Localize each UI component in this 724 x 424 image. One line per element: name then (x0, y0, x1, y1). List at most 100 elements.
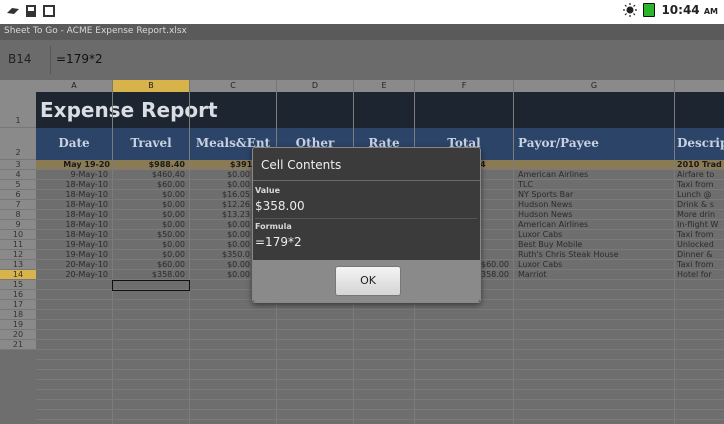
cell-meals[interactable]: $0.00 (190, 170, 250, 180)
cell-payee[interactable]: Ruth's Chris Steak House (518, 250, 668, 260)
cell-date[interactable]: 19-May-10 (36, 240, 108, 250)
row-gridline (36, 389, 724, 390)
column-header-h[interactable] (675, 80, 724, 92)
cell-meals[interactable]: $350.0 (190, 250, 250, 260)
row-header-4[interactable]: 4 (0, 170, 36, 180)
cell-meals[interactable]: $13.23 (190, 210, 250, 220)
cell-payee[interactable]: NY Sports Bar (518, 190, 668, 200)
cell-date[interactable]: 20-May-10 (36, 260, 108, 270)
corner-cell[interactable] (0, 80, 37, 92)
cell-date[interactable]: 18-May-10 (36, 180, 108, 190)
selected-cell[interactable] (112, 280, 190, 291)
clock: 10:44 AM (661, 3, 718, 17)
cell-desc[interactable]: More drin (677, 210, 724, 220)
cell-payee[interactable]: American Airlines (518, 170, 668, 180)
cell-travel[interactable]: $60.00 (113, 260, 185, 270)
cell-travel[interactable]: $0.00 (113, 220, 185, 230)
cell-date[interactable]: 18-May-10 (36, 220, 108, 230)
cell-travel[interactable]: $460.40 (113, 170, 185, 180)
cell-desc[interactable]: Unlocked (677, 240, 724, 250)
cell-desc[interactable]: Drink & s (677, 200, 724, 210)
cell-desc[interactable]: In-flight W (677, 220, 724, 230)
cell-meals[interactable]: $0.00 (190, 230, 250, 240)
dialog-footer: OK (253, 260, 480, 302)
cell-payee[interactable]: American Airlines (518, 220, 668, 230)
formula-bar[interactable]: B14 =179*2 (0, 40, 724, 81)
cell-date[interactable]: 9-May-10 (36, 170, 108, 180)
cell-meals[interactable]: $0.00 (190, 220, 250, 230)
cell-travel[interactable]: $358.00 (113, 270, 185, 280)
row-header-14[interactable]: 14 (0, 270, 36, 280)
ok-button[interactable]: OK (335, 266, 401, 296)
row-header-20[interactable]: 20 (0, 330, 36, 340)
cell-travel[interactable]: $0.00 (113, 250, 185, 260)
cell-payee[interactable]: Marriot (518, 270, 668, 280)
row-header-13[interactable]: 13 (0, 260, 36, 270)
cell-desc[interactable]: Taxi from (677, 260, 724, 270)
cell-date[interactable]: 18-May-10 (36, 190, 108, 200)
row-header-2[interactable]: 2 (0, 128, 36, 160)
cell-payee[interactable]: TLC (518, 180, 668, 190)
cell-desc[interactable]: Taxi from (677, 230, 724, 240)
cell-meals[interactable]: $0.00 (190, 270, 250, 280)
cell-date[interactable]: 19-May-10 (36, 250, 108, 260)
value-text: $358.00 (255, 199, 305, 213)
formula-label: Formula (255, 222, 292, 231)
cell-reference[interactable]: B14 (8, 52, 48, 66)
cell-payee[interactable]: Luxor Cabs (518, 230, 668, 240)
cell-meals[interactable]: $0.00 (190, 240, 250, 250)
cell-date[interactable]: 18-May-10 (36, 230, 108, 240)
row-header-18[interactable]: 18 (0, 310, 36, 320)
row-header-9[interactable]: 9 (0, 220, 36, 230)
cell-travel[interactable]: $0.00 (113, 210, 185, 220)
column-header-c[interactable]: C (190, 80, 277, 92)
column-header-f[interactable]: F (415, 80, 514, 92)
column-header-b[interactable]: B (113, 80, 190, 92)
formula-input[interactable]: =179*2 (56, 52, 103, 66)
cell-date[interactable]: 20-May-10 (36, 270, 108, 280)
row-header-17[interactable]: 17 (0, 300, 36, 310)
row-header-12[interactable]: 12 (0, 250, 36, 260)
row-header-19[interactable]: 19 (0, 320, 36, 330)
cell-meals[interactable]: $0.00 (190, 260, 250, 270)
cell-desc[interactable]: Airfare to (677, 170, 724, 180)
cell-payee[interactable]: Best Buy Mobile (518, 240, 668, 250)
row-header-7[interactable]: 7 (0, 200, 36, 210)
column-header-d[interactable]: D (277, 80, 354, 92)
column-header-g[interactable]: G (514, 80, 675, 92)
row-header-21[interactable]: 21 (0, 340, 36, 350)
cell-desc[interactable]: Lunch @ (677, 190, 724, 200)
row-gridline (36, 379, 724, 380)
cell-date[interactable]: 18-May-10 (36, 200, 108, 210)
row-header-6[interactable]: 6 (0, 190, 36, 200)
cell-travel[interactable]: $0.00 (113, 190, 185, 200)
cell-payee[interactable]: Luxor Cabs (518, 260, 668, 270)
cell-payee[interactable]: Hudson News (518, 210, 668, 220)
dialog-divider (255, 218, 477, 219)
cell-travel[interactable]: $60.00 (113, 180, 185, 190)
brightness-icon (623, 3, 638, 17)
row-header-11[interactable]: 11 (0, 240, 36, 250)
cell-meals[interactable]: $12.26 (190, 200, 250, 210)
column-header-a[interactable]: A (36, 80, 113, 92)
cell-desc[interactable]: Dinner & (677, 250, 724, 260)
row-header-5[interactable]: 5 (0, 180, 36, 190)
row-header-16[interactable]: 16 (0, 290, 36, 300)
cell-travel[interactable]: $0.00 (113, 200, 185, 210)
cell-meals[interactable]: $16.05 (190, 190, 250, 200)
cell-travel[interactable]: $50.00 (113, 230, 185, 240)
cell-desc[interactable]: Hotel for (677, 270, 724, 280)
formula-text: =179*2 (255, 235, 302, 249)
cell-payee[interactable]: Hudson News (518, 200, 668, 210)
row-header-10[interactable]: 10 (0, 230, 36, 240)
cell-meals[interactable]: $0.00 (190, 180, 250, 190)
cell-travel[interactable]: $0.00 (113, 240, 185, 250)
row-header-1[interactable]: 1 (0, 92, 36, 128)
cell-date[interactable]: 18-May-10 (36, 210, 108, 220)
column-header-e[interactable]: E (354, 80, 415, 92)
phone-icon (7, 8, 19, 14)
row-header-3[interactable]: 3 (0, 160, 36, 170)
row-header-15[interactable]: 15 (0, 280, 36, 290)
cell-desc[interactable]: Taxi from (677, 180, 724, 190)
row-header-8[interactable]: 8 (0, 210, 36, 220)
